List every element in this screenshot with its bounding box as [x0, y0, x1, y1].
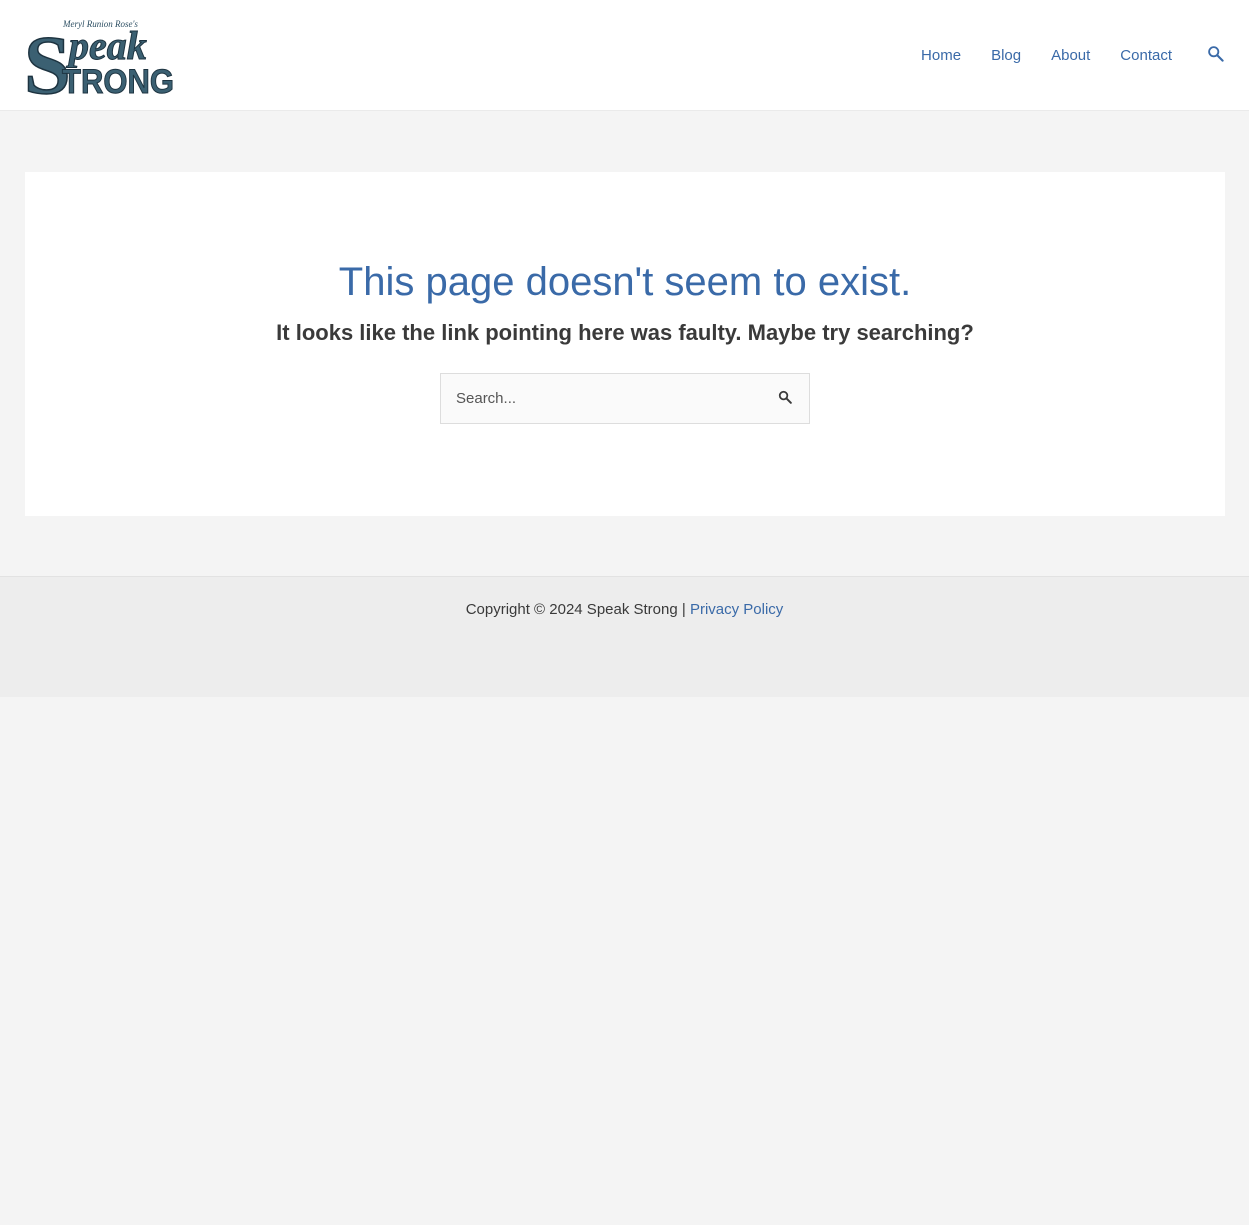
page-title: This page doesn't seem to exist.	[338, 260, 912, 304]
site-header: Meryl Runion Rose's S peak TRONG Home Bl…	[0, 0, 1249, 111]
logo-word-peak: peak	[66, 23, 147, 68]
search-submit-button[interactable]	[775, 388, 795, 408]
copyright-text: Copyright © 2024 Speak Strong |	[465, 601, 686, 618]
search-form	[440, 373, 810, 424]
search-icon	[1207, 45, 1224, 62]
nav-contact[interactable]: Contact	[1120, 47, 1172, 64]
nav-blog[interactable]: Blog	[991, 47, 1021, 64]
site-footer: Copyright © 2024 Speak Strong | Privacy …	[0, 576, 1249, 697]
footer-copyright: Copyright © 2024 Speak Strong | Privacy …	[0, 601, 1249, 618]
logo-word-trong: TRONG	[62, 63, 174, 96]
search-icon	[778, 390, 792, 404]
nav-home[interactable]: Home	[921, 47, 961, 64]
search-input[interactable]	[441, 374, 761, 423]
error-404-section: This page doesn't seem to exist. It look…	[25, 172, 1225, 516]
site-logo[interactable]: Meryl Runion Rose's S peak TRONG	[25, 14, 175, 96]
main-navigation: Home Blog About Contact	[921, 0, 1249, 110]
speak-strong-logo: Meryl Runion Rose's S peak TRONG	[25, 18, 175, 96]
nav-about[interactable]: About	[1051, 47, 1090, 64]
header-search-icon[interactable]	[1205, 43, 1225, 63]
page-subtitle: It looks like the link pointing here was…	[276, 320, 974, 345]
privacy-policy-link[interactable]: Privacy Policy	[690, 601, 783, 618]
